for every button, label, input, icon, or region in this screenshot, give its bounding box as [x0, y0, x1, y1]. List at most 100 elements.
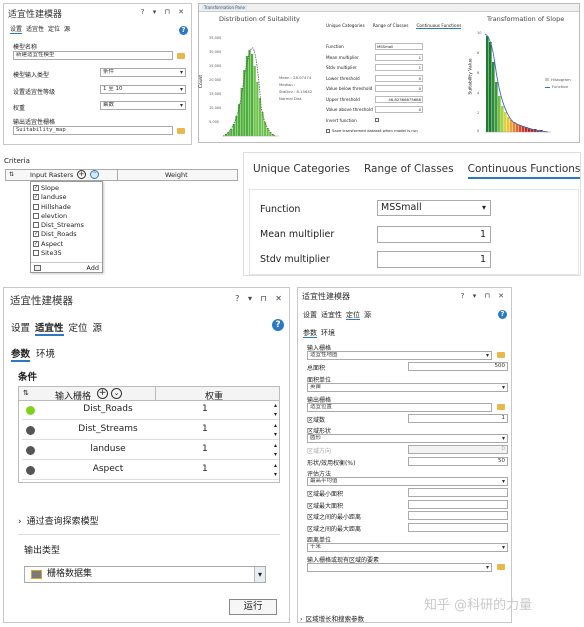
folder-icon[interactable]	[497, 352, 505, 358]
locate-field-input[interactable]: 千米	[307, 543, 508, 552]
tab-continuous-functions[interactable]: Continuous Functions	[416, 23, 462, 29]
condition-row[interactable]: Dist_Roads 1 ▴ ▾	[22, 401, 279, 420]
locate-field-input[interactable]: 最高平均值	[307, 477, 508, 486]
raster-checkbox[interactable]	[33, 250, 39, 257]
function-select[interactable]: MSSmall ▾	[377, 200, 491, 216]
raster-checkbox[interactable]	[33, 203, 39, 210]
tab-unique-categories[interactable]: Unique Categories	[253, 163, 350, 175]
add-condition-icon[interactable]: +	[97, 388, 108, 399]
raster-checkbox[interactable]	[33, 222, 39, 229]
chevron-down-icon[interactable]: ⌄	[111, 388, 122, 399]
folder-icon[interactable]	[177, 128, 185, 134]
window-controls[interactable]: ? ▾ ⊓ ✕	[461, 292, 507, 300]
locate-field-input[interactable]: 50	[408, 456, 508, 466]
folder-icon[interactable]	[34, 265, 41, 271]
help-icon[interactable]: ?	[498, 310, 507, 319]
tab-settings[interactable]: 设置	[10, 26, 23, 34]
tab-settings[interactable]: 设置	[303, 311, 317, 319]
transform-field-input[interactable]: 0	[375, 85, 423, 92]
raster-checkbox[interactable]: ✓	[33, 194, 39, 201]
subtab-environments[interactable]: 环境	[36, 349, 55, 360]
help-icon[interactable]: ?	[179, 26, 188, 35]
tab-range-of-classes[interactable]: Range of Classes	[373, 23, 409, 28]
raster-list-item[interactable]: ✓ Slope	[33, 184, 84, 193]
raster-list-item[interactable]: Hillshade	[33, 203, 84, 212]
locate-field-input[interactable]: 适宜位置	[307, 402, 492, 412]
locate-field-input[interactable]	[408, 511, 508, 520]
locate-field-input[interactable]	[408, 522, 508, 532]
tab-locate[interactable]: 定位	[48, 26, 60, 33]
save-transformed-row[interactable]: Save transformed dataset when model is r…	[326, 128, 418, 133]
region-growth-section[interactable]: › 区域增长和搜索参数	[300, 613, 364, 623]
reorder-arrows-icon[interactable]: ▴ ▾	[274, 461, 277, 479]
condition-weight[interactable]: 1	[202, 464, 208, 474]
help-icon[interactable]: ?	[272, 319, 284, 331]
locate-field-input[interactable]	[408, 488, 508, 497]
subtab-parameters[interactable]: 参数	[303, 329, 317, 338]
raster-checkbox[interactable]: ✓	[33, 231, 39, 238]
raster-list-item[interactable]: Site35	[33, 249, 84, 258]
tab-range-of-classes[interactable]: Range of Classes	[364, 163, 454, 175]
folder-icon[interactable]	[177, 53, 185, 59]
mean-multiplier-input[interactable]: 1	[377, 226, 491, 243]
locate-field-input[interactable]	[408, 499, 508, 509]
locate-field-input[interactable]: 英亩	[307, 382, 508, 392]
condition-row[interactable]: Dist_Streams 1 ▴ ▾	[22, 421, 279, 440]
condition-row[interactable]: landuse 1 ▴ ▾	[22, 441, 279, 460]
model-input-type-select[interactable]: 条件	[100, 68, 186, 77]
add-criteria-icon[interactable]: +	[77, 170, 86, 179]
folder-icon[interactable]	[497, 403, 505, 410]
tab-source[interactable]: 源	[364, 311, 371, 319]
raster-list-item[interactable]: ✓ Dist_Roads	[33, 230, 84, 239]
locate-field-input[interactable]: 圆形	[307, 434, 508, 443]
condition-weight[interactable]: 1	[202, 424, 208, 434]
tab-unique-categories[interactable]: Unique Categories	[326, 23, 365, 28]
raster-list-item[interactable]: ✓ landuse	[33, 193, 84, 202]
output-raster-field[interactable]: Suitability_map	[13, 126, 173, 135]
run-button[interactable]: 运行	[229, 599, 277, 615]
locate-field-input[interactable]: 适宜性地图	[307, 351, 492, 360]
tab-locate[interactable]: 定位	[69, 323, 88, 334]
locate-field-input[interactable]: 1	[408, 413, 508, 423]
subtab-parameters[interactable]: 参数	[11, 349, 31, 362]
transform-field-input[interactable]: 46.82366875686	[375, 95, 423, 103]
condition-weight[interactable]: 1	[202, 444, 208, 454]
tab-source[interactable]: 源	[64, 26, 70, 33]
save-checkbox[interactable]	[326, 129, 330, 133]
window-controls[interactable]: ? ▾ ⊓ ✕	[141, 8, 187, 16]
scale-select[interactable]: 1 至 10	[100, 85, 186, 94]
subtab-environments[interactable]: 环境	[321, 329, 335, 337]
tab-continuous-functions[interactable]: Continuous Functions	[467, 163, 581, 179]
condition-weight[interactable]: 1	[202, 404, 208, 414]
condition-row[interactable]: Aspect 1 ▴ ▾	[22, 461, 279, 480]
transform-field-input[interactable]: 1	[375, 53, 423, 61]
tab-locate[interactable]: 定位	[346, 311, 360, 320]
model-name-field[interactable]: 新建适宜性模型	[13, 51, 173, 60]
raster-checkbox[interactable]: ✓	[33, 185, 39, 191]
locate-field-input[interactable]	[307, 563, 492, 572]
chevron-up-icon[interactable]: ⌃	[90, 170, 99, 179]
transform-field-input[interactable]: 0	[375, 74, 423, 82]
raster-checkbox[interactable]: ✓	[33, 240, 39, 247]
tab-suitability[interactable]: 适宜性	[321, 311, 342, 319]
weight-select[interactable]: 乘数	[100, 101, 186, 110]
transform-field-input[interactable]: 1	[375, 64, 423, 71]
folder-icon[interactable]	[497, 564, 505, 570]
output-type-select[interactable]: 栅格数据集 ▾	[24, 566, 266, 583]
window-controls[interactable]: ? ▾ ⊓ ✕	[235, 294, 285, 303]
tab-suitability[interactable]: 适宜性	[26, 26, 44, 33]
tab-source[interactable]: 源	[93, 323, 103, 334]
raster-checkbox[interactable]	[33, 212, 39, 219]
raster-list-item[interactable]: ✓ Aspect	[33, 240, 84, 249]
reorder-arrows-icon[interactable]: ▴ ▾	[274, 441, 277, 459]
explore-model-section[interactable]: › 通过查询探索模型	[18, 514, 99, 527]
tab-settings[interactable]: 设置	[11, 323, 30, 334]
raster-list-item[interactable]: Dist_Streams	[33, 221, 84, 230]
tab-suitability[interactable]: 适宜性	[35, 323, 64, 336]
function-select[interactable]: MSSmall	[375, 43, 423, 50]
locate-field-input[interactable]: 0	[408, 445, 508, 454]
stdv-multiplier-input[interactable]: 1	[377, 251, 491, 268]
reorder-arrows-icon[interactable]: ▴ ▾	[274, 421, 277, 439]
raster-list-item[interactable]: elevtion	[33, 212, 84, 221]
add-button[interactable]: Add	[86, 264, 99, 272]
